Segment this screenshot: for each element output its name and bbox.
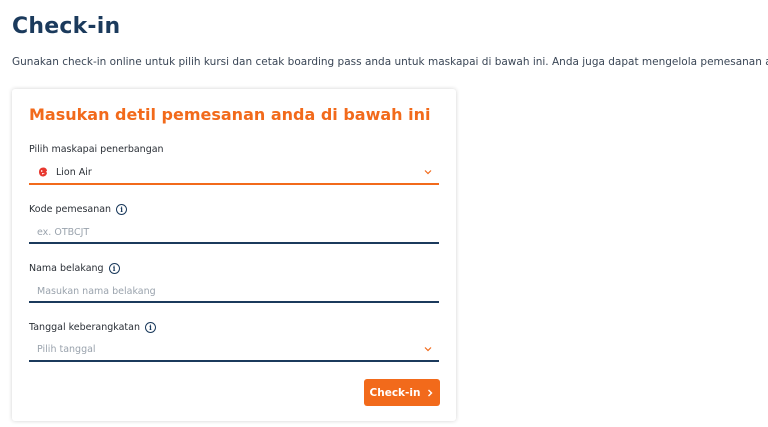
departure-date-label-text: Tanggal keberangkatan	[29, 322, 140, 333]
booking-code-input[interactable]	[37, 224, 417, 240]
page-title: Check-in	[12, 14, 121, 39]
airline-selected-value: Lion Air	[56, 167, 92, 178]
booking-code-label: Kode pemesanan i	[29, 204, 128, 215]
last-name-field	[29, 281, 439, 303]
departure-date-label: Tanggal keberangkatan i	[29, 322, 156, 333]
page-description: Gunakan check-in online untuk pilih kurs…	[12, 56, 768, 68]
last-name-label-text: Nama belakang	[29, 263, 104, 274]
last-name-label: Nama belakang i	[29, 263, 120, 274]
airline-label-text: Pilih maskapai penerbangan	[29, 144, 164, 155]
checkin-button[interactable]: Check-in	[364, 379, 440, 406]
airline-select[interactable]: Lion Air	[29, 163, 439, 185]
form-title: Masukan detil pemesanan anda di bawah in…	[29, 105, 431, 124]
booking-code-field	[29, 222, 439, 244]
last-name-input[interactable]	[37, 283, 417, 299]
departure-date-placeholder: Pilih tanggal	[37, 344, 96, 355]
chevron-down-icon	[424, 347, 432, 352]
booking-code-label-text: Kode pemesanan	[29, 204, 112, 215]
info-icon[interactable]: i	[116, 204, 128, 215]
info-icon[interactable]: i	[108, 263, 120, 274]
lion-air-logo-icon	[39, 167, 47, 177]
info-icon[interactable]: i	[145, 322, 156, 333]
chevron-right-icon	[428, 389, 433, 396]
departure-date-select[interactable]: Pilih tanggal	[29, 340, 439, 362]
checkin-button-label: Check-in	[369, 386, 421, 399]
airline-label: Pilih maskapai penerbangan	[29, 144, 164, 155]
checkin-form-card: Masukan detil pemesanan anda di bawah in…	[12, 89, 456, 421]
chevron-down-icon	[424, 170, 432, 175]
